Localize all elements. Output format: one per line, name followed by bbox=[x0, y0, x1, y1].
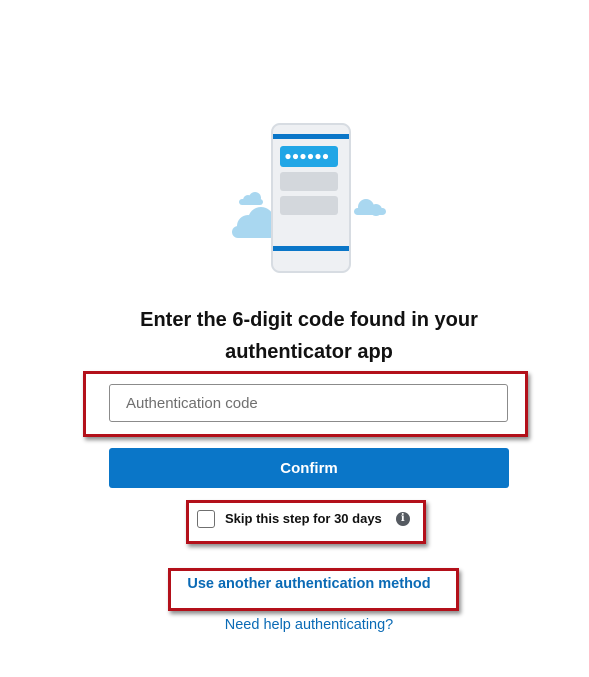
info-icon[interactable]: i bbox=[395, 511, 410, 526]
skip-label[interactable]: Skip this step for 30 days bbox=[225, 511, 382, 526]
skip-option: Skip this step for 30 days i bbox=[197, 508, 410, 529]
authentication-code-input[interactable] bbox=[109, 384, 508, 422]
page-title: Enter the 6-digit code found in your aut… bbox=[100, 304, 518, 368]
phone-illustration-icon bbox=[232, 123, 386, 273]
page-title-line-2: authenticator app bbox=[225, 341, 393, 363]
skip-checkbox[interactable] bbox=[197, 509, 215, 528]
use-another-method-link[interactable]: Use another authentication method bbox=[168, 576, 450, 592]
page-title-line-1: Enter the 6-digit code found in your bbox=[140, 309, 478, 331]
cloud-right-icon bbox=[354, 199, 386, 216]
confirm-button[interactable]: Confirm bbox=[109, 448, 509, 488]
cloud-left-icon bbox=[232, 192, 276, 238]
need-help-link[interactable]: Need help authenticating? bbox=[160, 617, 458, 633]
